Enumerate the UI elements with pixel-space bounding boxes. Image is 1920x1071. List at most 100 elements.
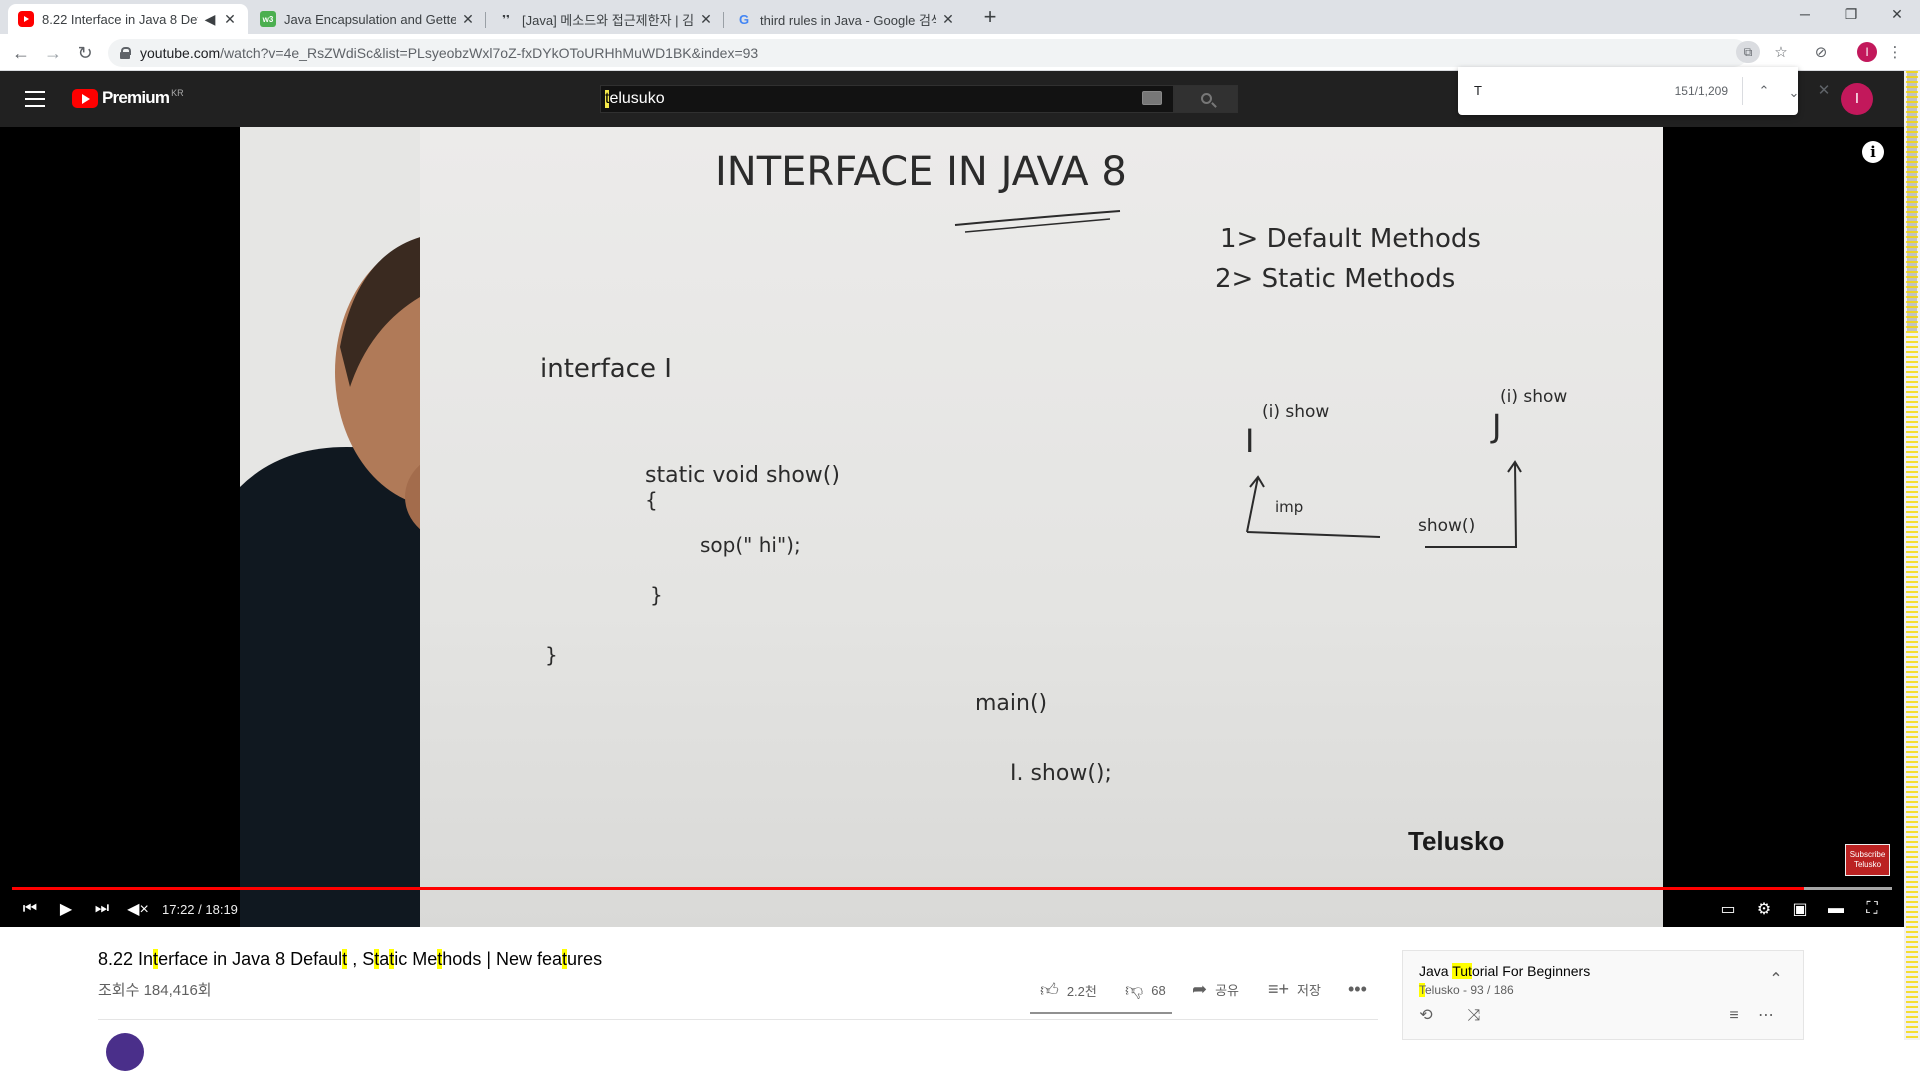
tab-youtube-video[interactable]: 8.22 Interface in Java 8 Def ◀︎ ✕	[8, 4, 248, 34]
playlist-title-part: orial For Beginners	[1471, 963, 1591, 979]
settings-gear-icon[interactable]: ⚙	[1746, 897, 1782, 921]
volume-muted-icon[interactable]: ◀×	[120, 897, 156, 921]
star-bookmark-icon[interactable]: ☆	[1768, 40, 1794, 66]
new-tab-button[interactable]: +	[978, 6, 1002, 30]
divider	[98, 1019, 1378, 1020]
search-button[interactable]	[1174, 85, 1238, 113]
page-scrollbar[interactable]	[1904, 71, 1920, 1040]
board-heading: INTERFACE IN JAVA 8	[715, 149, 1127, 195]
playlist-title-highlight: Tut	[1452, 963, 1472, 979]
blog-icon: ❜❜	[502, 13, 510, 26]
channel-avatar[interactable]	[106, 1033, 144, 1071]
previous-icon[interactable]: ⏮	[12, 897, 48, 921]
close-tab-icon[interactable]: ✕	[460, 11, 476, 28]
restore-button[interactable]: ❐	[1828, 0, 1874, 30]
whiteboard-drawing: INTERFACE IN JAVA 8 1> Default Methods 2…	[540, 149, 1567, 786]
minimize-button[interactable]: ─	[1782, 0, 1828, 30]
info-icon[interactable]: i	[1862, 141, 1884, 163]
search-input[interactable]: t elusuko	[600, 85, 1174, 113]
hamburger-menu-icon[interactable]	[25, 91, 45, 107]
playlist-sub-rest: elusko - 93 / 186	[1425, 983, 1514, 997]
title-text: ic Me	[394, 949, 438, 969]
tab-title: Java Encapsulation and Getters	[284, 11, 456, 27]
share-button[interactable]: ➦ 공유	[1192, 979, 1239, 1000]
find-previous-icon[interactable]: ⌃	[1754, 81, 1774, 101]
close-tab-icon[interactable]: ✕	[222, 11, 238, 28]
extension-icon[interactable]: ⊘	[1808, 40, 1834, 66]
dislike-count: 68	[1151, 982, 1166, 998]
playlist-title[interactable]: Java Tutorial For Beginners	[1419, 963, 1590, 979]
subscribe-badge[interactable]: Subscribe Telusko	[1845, 844, 1890, 876]
keyboard-icon[interactable]	[1142, 91, 1162, 105]
more-actions-button[interactable]: •••	[1348, 979, 1375, 1000]
tab-w3schools[interactable]: w3 Java Encapsulation and Getters ✕	[250, 4, 486, 34]
find-match-markers	[1906, 71, 1918, 1040]
more-horiz-icon: •••	[1348, 979, 1367, 999]
like-count: 2.2천	[1066, 983, 1097, 999]
play-icon[interactable]: ▶	[48, 897, 84, 921]
theater-mode-icon[interactable]: ▬	[1818, 897, 1854, 921]
playlist-add-icon[interactable]: ≡	[1723, 1005, 1745, 1027]
miniplayer-icon[interactable]: ▣	[1782, 897, 1818, 921]
search-icon	[1201, 93, 1212, 104]
browser-toolbar: ← → ↻ youtube.com/watch?v=4e_RsZWdiSc&li…	[0, 34, 1920, 71]
diagram-j: J	[1490, 407, 1501, 445]
tab-title: third rules in Java - Google 검색	[760, 12, 936, 28]
shuffle-icon[interactable]: ⤨	[1463, 1005, 1485, 1027]
logo-text: Premium	[102, 88, 170, 107]
board-code-5: }	[650, 583, 663, 607]
lock-icon	[120, 47, 131, 59]
heading-underline	[964, 218, 1111, 233]
save-button[interactable]: ≡+ 저장	[1268, 979, 1321, 1000]
address-bar[interactable]: youtube.com/watch?v=4e_RsZWdiSc&list=PLs…	[108, 39, 1748, 67]
youtube-premium-logo[interactable]: Premium KR	[72, 88, 184, 108]
subtitles-icon[interactable]: ▭	[1710, 897, 1746, 921]
translate-icon[interactable]: ⧉	[1736, 41, 1760, 63]
youtube-icon	[18, 11, 34, 27]
playlist-subtitle: Telusko - 93 / 186	[1419, 983, 1514, 997]
progress-bar[interactable]	[12, 887, 1892, 890]
board-call: I. show();	[1010, 761, 1112, 786]
find-input[interactable]: T	[1474, 83, 1482, 98]
share-arrow-icon: ➦	[1192, 979, 1208, 999]
fullscreen-icon[interactable]: ⛶	[1854, 897, 1890, 921]
profile-avatar[interactable]: I	[1857, 42, 1877, 62]
more-horiz-icon[interactable]: ⋯	[1755, 1005, 1777, 1027]
tab-title: [Java] 메소드와 접근제한자 | 김	[522, 12, 694, 28]
close-window-button[interactable]: ✕	[1874, 0, 1920, 30]
diagram-i-show: (i) show	[1262, 402, 1329, 422]
w3schools-icon: w3	[260, 11, 276, 27]
find-next-icon[interactable]: ⌄	[1784, 83, 1804, 103]
dislike-button[interactable]: 👎︎ 68	[1125, 979, 1166, 1001]
find-in-page-bar: T 151/1,209 ⌃ ⌄ ✕	[1458, 67, 1830, 115]
speaker-muted-icon[interactable]: ◀︎	[202, 11, 218, 28]
playlist-add-icon: ≡+	[1268, 979, 1290, 999]
playlist-title-part: Java	[1419, 963, 1453, 979]
video-player[interactable]: INTERFACE IN JAVA 8 1> Default Methods 2…	[0, 127, 1904, 927]
playlist-panel: Java Tutorial For Beginners Telusko - 93…	[1402, 950, 1804, 1040]
video-title: 8.22 Interface in Java 8 Default , Stati…	[98, 949, 602, 970]
like-button[interactable]: 👍︎ 2.2천	[1040, 979, 1097, 1001]
tab-google-search[interactable]: G third rules in Java - Google 검색 ✕	[726, 4, 966, 34]
forward-arrow-icon[interactable]: →	[40, 40, 66, 66]
reload-icon[interactable]: ↻	[72, 40, 98, 66]
tab-separator	[723, 12, 724, 28]
account-avatar[interactable]: I	[1841, 83, 1873, 115]
collapse-chevron-icon[interactable]: ⌃	[1765, 969, 1787, 991]
title-text: hods | New fea	[442, 949, 563, 969]
find-close-icon[interactable]: ✕	[1814, 81, 1834, 101]
close-tab-icon[interactable]: ✕	[698, 11, 714, 28]
logo-region: KR	[171, 88, 184, 98]
tab-separator	[485, 12, 486, 28]
loop-icon[interactable]: ⟲	[1415, 1005, 1437, 1027]
menu-kebab-icon[interactable]: ⋮	[1882, 40, 1908, 66]
save-label: 저장	[1297, 983, 1321, 998]
left-controls: ⏮ ▶ ⏭ ◀× 17:22 / 18:19	[12, 897, 238, 921]
next-icon[interactable]: ⏭	[84, 897, 120, 921]
youtube-play-icon	[72, 88, 98, 108]
close-tab-icon[interactable]: ✕	[940, 11, 956, 28]
tab-blog[interactable]: ❜❜ [Java] 메소드와 접근제한자 | 김 ✕	[488, 4, 724, 34]
board-code-4: sop(" hi");	[700, 533, 801, 557]
browser-window: 8.22 Interface in Java 8 Def ◀︎ ✕ w3 Jav…	[0, 0, 1920, 1071]
back-arrow-icon[interactable]: ←	[8, 40, 34, 66]
